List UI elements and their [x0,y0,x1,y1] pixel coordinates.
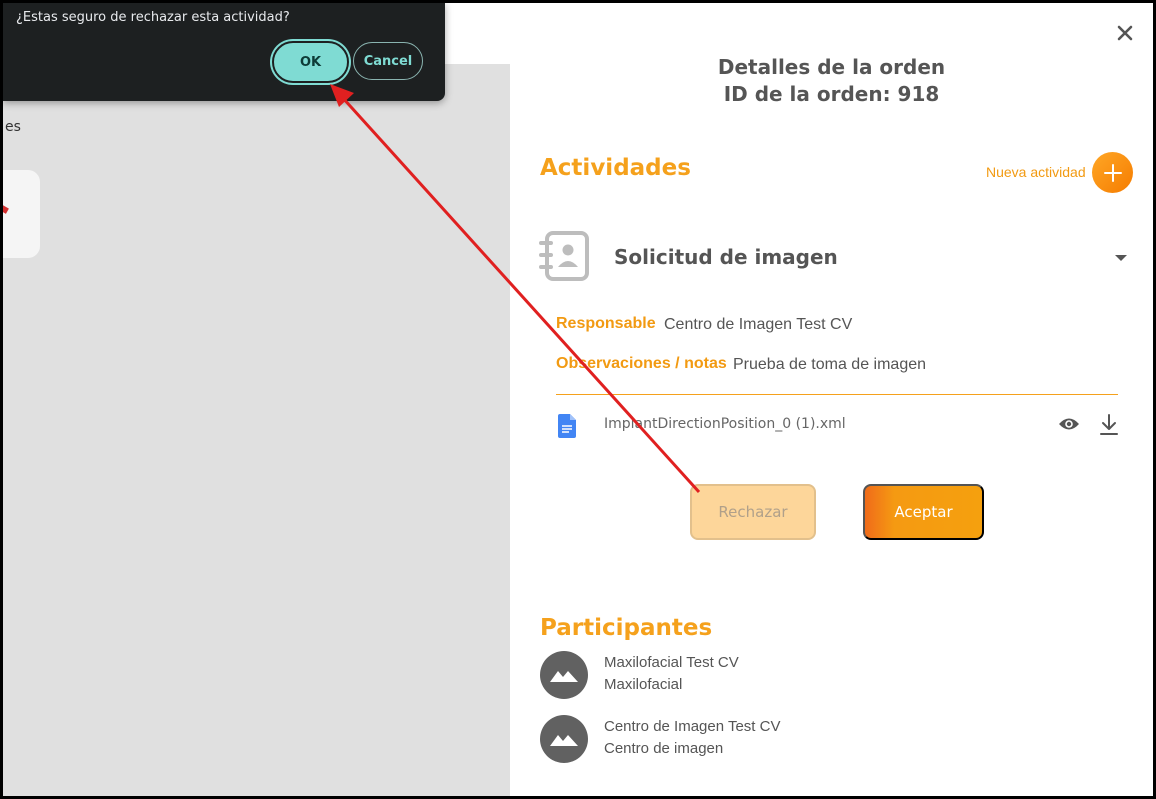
confirm-message: ¿Estas seguro de rechazar esta actividad… [16,10,290,25]
order-details-panel: Detalles de la orden ID de la orden: 918… [510,3,1153,796]
download-icon[interactable] [1099,414,1119,436]
confirm-dialog: ¿Estas seguro de rechazar esta actividad… [3,3,445,101]
accept-button[interactable]: Aceptar [863,484,984,540]
eye-icon[interactable] [1058,416,1080,432]
activity-name[interactable]: Solicitud de imagen [614,245,838,269]
background-fragment-text: es [5,119,21,135]
background-card [3,170,40,258]
avatar [540,715,588,763]
close-icon[interactable] [1115,23,1135,43]
app-frame: es ¿Estas seguro de rechazar esta activi… [3,3,1153,796]
panel-title: Detalles de la orden [717,55,946,79]
avatar [540,651,588,699]
new-activity-button[interactable] [1092,152,1133,193]
participants-title: Participantes [540,615,713,641]
ok-button[interactable]: OK [272,41,349,83]
google-doc-icon [558,414,576,438]
responsable-label: Responsable [556,315,656,332]
divider [556,394,1118,395]
contacts-book-icon [539,231,589,281]
reject-button[interactable]: Rechazar [690,484,816,540]
image-placeholder-icon [550,671,578,682]
order-id: ID de la orden: 918 [723,82,940,106]
responsable-value: Centro de Imagen Test CV [664,316,853,333]
participant-name: Maxilofacial Test CV [604,654,739,671]
participant-name: Centro de Imagen Test CV [604,718,781,735]
chevron-down-icon[interactable] [1114,253,1128,263]
activities-title: Actividades [540,155,691,181]
cancel-button[interactable]: Cancel [353,42,423,80]
file-name[interactable]: ImplantDirectionPosition_0 (1).xml [604,416,846,432]
notes-value: Prueba de toma de imagen [733,356,927,373]
new-activity-label[interactable]: Nueva actividad [986,164,1086,180]
image-placeholder-icon [550,735,578,746]
participant-role: Maxilofacial [604,676,683,693]
participant-role: Centro de imagen [604,740,724,757]
notes-label: Observaciones / notas [556,355,727,372]
plus-icon [1103,163,1122,182]
